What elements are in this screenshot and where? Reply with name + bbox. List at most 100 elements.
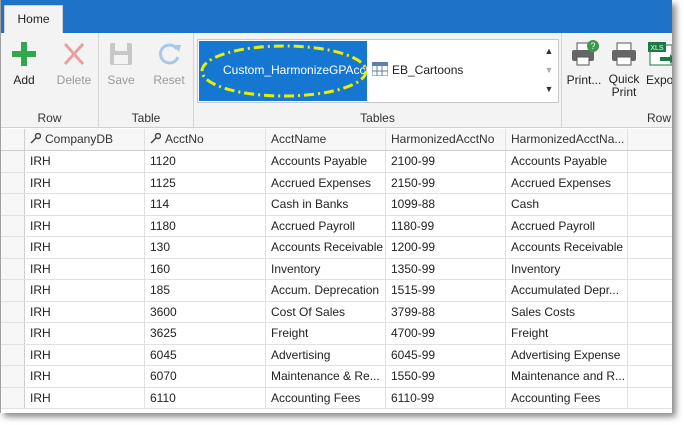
cell-harmonizedacctno[interactable]: 2150-99 — [386, 172, 506, 193]
cell-harmonizedacctno[interactable]: 1550-99 — [386, 366, 506, 387]
cell-harmonizedacctname[interactable]: Maintenance and R... — [506, 366, 628, 387]
column-header-acctname[interactable]: AcctName — [266, 129, 386, 150]
cell-harmonizedacctname[interactable]: Inventory — [506, 258, 628, 279]
table-row[interactable]: IRH 3625 Freight 4700-99 Freight — [1, 323, 672, 345]
table-row[interactable]: IRH 6110 Accounting Fees 6110-99 Accounting … — [1, 387, 672, 409]
cell-acctno[interactable]: 160 — [145, 258, 266, 279]
cell-acctno[interactable]: 6110 — [145, 387, 266, 408]
row-selector[interactable] — [1, 366, 25, 387]
cell-companydb[interactable]: IRH — [25, 172, 145, 193]
cell-acctno[interactable]: 185 — [145, 280, 266, 301]
cell-harmonizedacctname[interactable]: Sales Costs — [506, 301, 628, 322]
cell-acctname[interactable]: Accounting Fees — [266, 387, 386, 408]
cell-companydb[interactable]: IRH — [25, 301, 145, 322]
export-button[interactable]: XLS Expor — [646, 37, 672, 97]
table-row[interactable]: IRH 6070 Maintenance & Re... 1550-99 Mainten… — [1, 366, 672, 388]
cell-acctno[interactable]: 3625 — [145, 323, 266, 344]
cell-acctno[interactable]: 130 — [145, 237, 266, 258]
row-selector[interactable] — [1, 215, 25, 236]
cell-acctname[interactable]: Advertising — [266, 344, 386, 365]
cell-acctno[interactable]: 6070 — [145, 366, 266, 387]
table-row[interactable]: IRH 1180 Accrued Payroll 1180-99 Accrued Pay… — [1, 215, 672, 237]
row-selector[interactable] — [1, 387, 25, 408]
cell-acctname[interactable]: Cost Of Sales — [266, 301, 386, 322]
cell-acctno[interactable]: 1180 — [145, 215, 266, 236]
cell-companydb[interactable]: IRH — [25, 366, 145, 387]
row-selector[interactable] — [1, 172, 25, 193]
cell-companydb[interactable]: IRH — [25, 194, 145, 215]
cell-acctname[interactable]: Cash in Banks — [266, 194, 386, 215]
cell-acctno[interactable]: 3600 — [145, 301, 266, 322]
cell-companydb[interactable]: IRH — [25, 323, 145, 344]
cell-harmonizedacctno[interactable]: 1350-99 — [386, 258, 506, 279]
row-selector[interactable] — [1, 301, 25, 322]
gallery-scroll-down-icon[interactable]: ▼ — [542, 61, 556, 80]
cell-harmonizedacctno[interactable]: 6110-99 — [386, 387, 506, 408]
cell-harmonizedacctname[interactable]: Accounts Payable — [506, 151, 628, 172]
gallery-scroll-up-icon[interactable]: ▲ — [542, 42, 556, 61]
table-row[interactable]: IRH 1120 Accounts Payable 2100-99 Accounts P… — [1, 151, 672, 173]
table-row[interactable]: IRH 160 Inventory 1350-99 Inventory — [1, 258, 672, 280]
row-selector[interactable] — [1, 323, 25, 344]
column-header-harmonizedacctname[interactable]: HarmonizedAcctNa... — [506, 129, 628, 150]
cell-harmonizedacctno[interactable]: 1099-88 — [386, 194, 506, 215]
cell-acctname[interactable]: Accrued Payroll — [266, 215, 386, 236]
table-row[interactable]: IRH 130 Accounts Receivable 1200-99 Accounts… — [1, 237, 672, 259]
cell-harmonizedacctname[interactable]: Accounting Fees — [506, 387, 628, 408]
cell-acctno[interactable]: 1120 — [145, 151, 266, 172]
print-button[interactable]: ? Print... — [566, 37, 602, 97]
reset-button[interactable]: Reset — [147, 37, 191, 97]
column-header-acctno[interactable]: AcctNo — [145, 129, 266, 150]
cell-harmonizedacctno[interactable]: 6045-99 — [386, 344, 506, 365]
cell-companydb[interactable]: IRH — [25, 258, 145, 279]
cell-acctno[interactable]: 6045 — [145, 344, 266, 365]
row-selector[interactable] — [1, 280, 25, 301]
save-button[interactable]: Save — [101, 37, 141, 97]
row-selector[interactable] — [1, 151, 25, 172]
cell-acctname[interactable]: Maintenance & Re... — [266, 366, 386, 387]
cell-acctname[interactable]: Accounts Payable — [266, 151, 386, 172]
gallery-item-custom-harmonizegpaccts[interactable]: Custom_HarmonizeGPAccts — [199, 41, 375, 101]
cell-companydb[interactable]: IRH — [25, 151, 145, 172]
cell-acctno[interactable]: 1125 — [145, 172, 266, 193]
table-row[interactable]: IRH 3600 Cost Of Sales 3799-88 Sales Costs — [1, 301, 672, 323]
table-row[interactable]: IRH 1125 Accrued Expenses 2150-99 Accrued Ex… — [1, 172, 672, 194]
cell-harmonizedacctname[interactable]: Accumulated Depr... — [506, 280, 628, 301]
table-row[interactable]: IRH 114 Cash in Banks 1099-88 Cash — [1, 194, 672, 216]
cell-harmonizedacctname[interactable]: Accounts Receivable — [506, 237, 628, 258]
add-button[interactable]: Add — [3, 37, 45, 97]
cell-harmonizedacctname[interactable]: Accrued Payroll — [506, 215, 628, 236]
cell-acctname[interactable]: Accrued Expenses — [266, 172, 386, 193]
cell-acctname[interactable]: Accum. Deprecation — [266, 280, 386, 301]
cell-companydb[interactable]: IRH — [25, 237, 145, 258]
tab-home[interactable]: Home — [4, 5, 63, 33]
row-selector[interactable] — [1, 194, 25, 215]
cell-harmonizedacctname[interactable]: Accrued Expenses — [506, 172, 628, 193]
cell-harmonizedacctno[interactable]: 1515-99 — [386, 280, 506, 301]
column-header-companydb[interactable]: CompanyDB — [25, 129, 145, 150]
cell-harmonizedacctname[interactable]: Cash — [506, 194, 628, 215]
table-row[interactable]: IRH 185 Accum. Deprecation 1515-99 Accumulat… — [1, 280, 672, 302]
row-selector[interactable] — [1, 344, 25, 365]
cell-harmonizedacctname[interactable]: Freight — [506, 323, 628, 344]
cell-companydb[interactable]: IRH — [25, 344, 145, 365]
cell-harmonizedacctno[interactable]: 1180-99 — [386, 215, 506, 236]
cell-companydb[interactable]: IRH — [25, 215, 145, 236]
quick-print-button[interactable]: Quick Print — [606, 37, 642, 99]
cell-acctno[interactable]: 114 — [145, 194, 266, 215]
cell-companydb[interactable]: IRH — [25, 280, 145, 301]
column-header-harmonizedacctno[interactable]: HarmonizedAcctNo — [386, 129, 506, 150]
cell-harmonizedacctno[interactable]: 3799-88 — [386, 301, 506, 322]
cell-acctname[interactable]: Inventory — [266, 258, 386, 279]
cell-acctname[interactable]: Accounts Receivable — [266, 237, 386, 258]
delete-button[interactable]: Delete — [51, 37, 97, 97]
gallery-expand-icon[interactable]: ▼ — [542, 80, 556, 99]
cell-harmonizedacctname[interactable]: Advertising Expense — [506, 344, 628, 365]
cell-harmonizedacctno[interactable]: 1200-99 — [386, 237, 506, 258]
gallery-item-eb-cartoons[interactable]: EB_Cartoons — [372, 62, 463, 77]
cell-companydb[interactable]: IRH — [25, 387, 145, 408]
cell-harmonizedacctno[interactable]: 4700-99 — [386, 323, 506, 344]
table-row[interactable]: IRH 6045 Advertising 6045-99 Advertising Exp… — [1, 344, 672, 366]
cell-acctname[interactable]: Freight — [266, 323, 386, 344]
row-selector[interactable] — [1, 258, 25, 279]
